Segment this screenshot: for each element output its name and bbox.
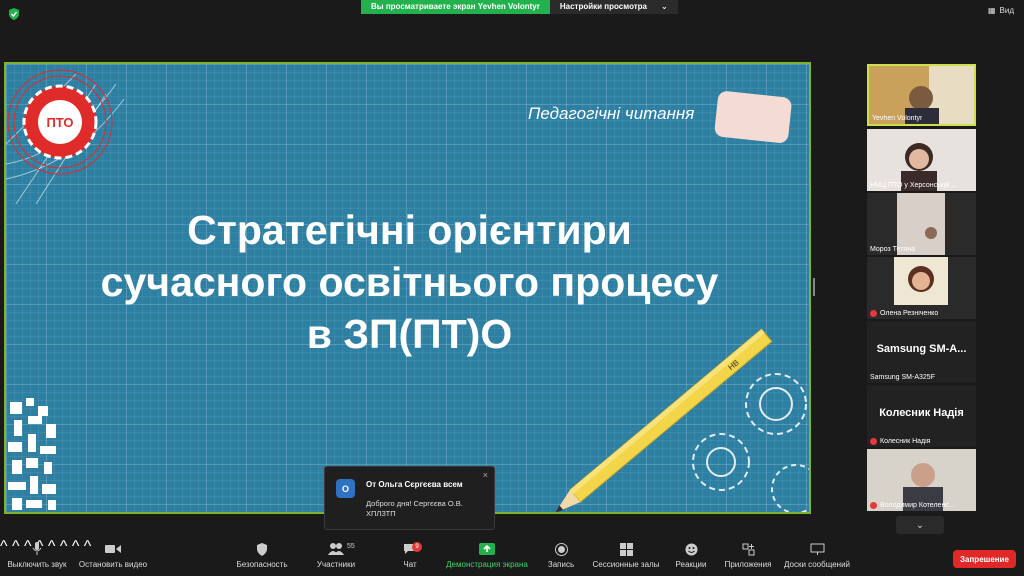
shield-icon: [256, 538, 268, 560]
breakout-grid-icon: [619, 538, 633, 560]
whiteboards-button[interactable]: Доски сообщений: [782, 538, 852, 576]
grid-icon: ▦: [987, 6, 996, 15]
record-label: Запись: [547, 560, 575, 569]
participant-name: Мороз Тетяна: [870, 246, 915, 253]
panel-resize-handle[interactable]: [813, 278, 815, 296]
eraser-decoration: [714, 91, 792, 143]
chat-notification[interactable]: О От Ольга Сєргєєва всем Доброго дня! Се…: [324, 466, 495, 530]
smiley-icon: [685, 538, 698, 560]
apps-icon: [742, 538, 755, 560]
participant-name-row: Олена Резніченко: [870, 310, 938, 317]
participant-tile[interactable]: Володимир Котеленє...: [867, 449, 976, 511]
microphone-icon: [32, 538, 42, 560]
participants-label: Участники: [316, 560, 356, 569]
close-icon[interactable]: ×: [483, 470, 488, 480]
chat-label: Чат: [403, 560, 417, 569]
participant-name: Yevhen Volontyr: [872, 115, 923, 122]
participant-tile[interactable]: Yevhen Volontyr: [867, 64, 976, 126]
record-button[interactable]: Запись: [546, 538, 576, 576]
participant-name: Олена Резніченко: [880, 310, 939, 317]
logo-decoration: ПТО: [6, 69, 125, 204]
reactions-button[interactable]: Реакции: [674, 538, 708, 576]
mute-button[interactable]: Выключить звук: [6, 538, 68, 576]
meeting-toolbar: Выключить звук ^ Остановить видео ^ Безо…: [0, 538, 1024, 576]
chevron-up-icon[interactable]: ^: [72, 538, 80, 555]
participant-name-large: Колесник Надія: [879, 407, 964, 419]
participant-name: Володимир Котеленє...: [880, 502, 955, 509]
security-label: Безопасность: [236, 560, 288, 569]
shared-screen-slide: ПТО Педагогічні читання Стратегічні оріє…: [4, 62, 811, 514]
participant-name: Колесник Надія: [880, 438, 931, 445]
share-screen-icon: [479, 538, 495, 560]
stop-video-button[interactable]: Остановить видео: [78, 538, 148, 576]
sender-avatar: О: [336, 479, 355, 498]
chat-message: Доброго дня! Сергєєва О.В. ХПЛЗТП: [366, 499, 463, 518]
participant-name: Samsung SM-A325F: [870, 374, 935, 381]
apps-button[interactable]: Приложения: [722, 538, 774, 576]
apps-label: Приложения: [724, 560, 772, 569]
logo-text: ПТО: [46, 115, 73, 130]
mute-label: Выключить звук: [7, 560, 67, 569]
participant-tile[interactable]: Samsung SM-A... Samsung SM-A325F: [867, 321, 976, 383]
participant-name-row: Колесник Надія: [870, 438, 930, 445]
participant-name: НМЦ ПТО у Херсонській ...: [870, 182, 958, 189]
mic-muted-icon: [870, 502, 877, 509]
people-icon: [328, 538, 344, 560]
slide-title-line-1: Стратегічні орієнтири: [187, 207, 632, 253]
slide-subtitle: Педагогічні читання: [528, 104, 695, 123]
viewing-banner: Вы просматриваете экран Yevhen Volontyr …: [361, 0, 678, 14]
chat-unread-badge: 9: [412, 542, 422, 552]
video-camera-icon: [105, 538, 121, 560]
zoom-window: Вы просматриваете экран Yevhen Volontyr …: [0, 0, 1024, 576]
whiteboards-label: Доски сообщений: [783, 560, 850, 569]
view-button[interactable]: ▦ Вид: [988, 6, 1014, 15]
pencil-gears-decoration: HB: [555, 328, 809, 512]
share-screen-button[interactable]: Демонстрация экрана: [445, 538, 529, 576]
qr-pattern-decoration: [8, 398, 56, 510]
view-options-menu[interactable]: Настройки просмотра ⌄: [549, 0, 678, 14]
shield-icon[interactable]: [8, 8, 20, 20]
view-options-label: Настройки просмотра: [559, 2, 648, 11]
breakout-label: Сессионные залы: [592, 560, 660, 569]
participant-tile[interactable]: Мороз Тетяна: [867, 193, 976, 255]
breakout-rooms-button[interactable]: Сессионные залы: [592, 538, 660, 576]
chevron-down-icon: ⌄: [661, 2, 668, 11]
mic-muted-icon: [870, 438, 877, 445]
whiteboard-icon: [810, 538, 825, 560]
chat-sender: От Ольга Сєргєєва всем: [366, 480, 463, 489]
security-button[interactable]: Безопасность: [236, 538, 288, 576]
scroll-participants-down-button[interactable]: ⌄: [896, 516, 944, 534]
participant-tile[interactable]: Колесник Надія Колесник Надія: [867, 385, 976, 447]
video-label: Остановить видео: [78, 560, 148, 569]
viewing-text: Вы просматриваете экран Yevhen Volontyr: [361, 0, 550, 14]
participant-name-row: Володимир Котеленє...: [870, 502, 955, 509]
reactions-label: Реакции: [675, 560, 707, 569]
participant-name-large: Samsung SM-A...: [876, 343, 967, 355]
share-label: Демонстрация экрана: [446, 560, 528, 569]
mic-muted-icon: [870, 310, 877, 317]
participant-tile[interactable]: Олена Резніченко: [867, 257, 976, 319]
view-button-label: Вид: [999, 6, 1014, 15]
participant-tile[interactable]: НМЦ ПТО у Херсонській ...: [867, 129, 976, 191]
slide-title-line-2: сучасного освітнього процесу: [100, 259, 719, 305]
participants-count: 55: [347, 543, 355, 550]
chevron-down-icon: ⌄: [915, 519, 925, 531]
record-icon: [554, 538, 568, 560]
end-meeting-button[interactable]: Запрешение: [953, 550, 1016, 568]
